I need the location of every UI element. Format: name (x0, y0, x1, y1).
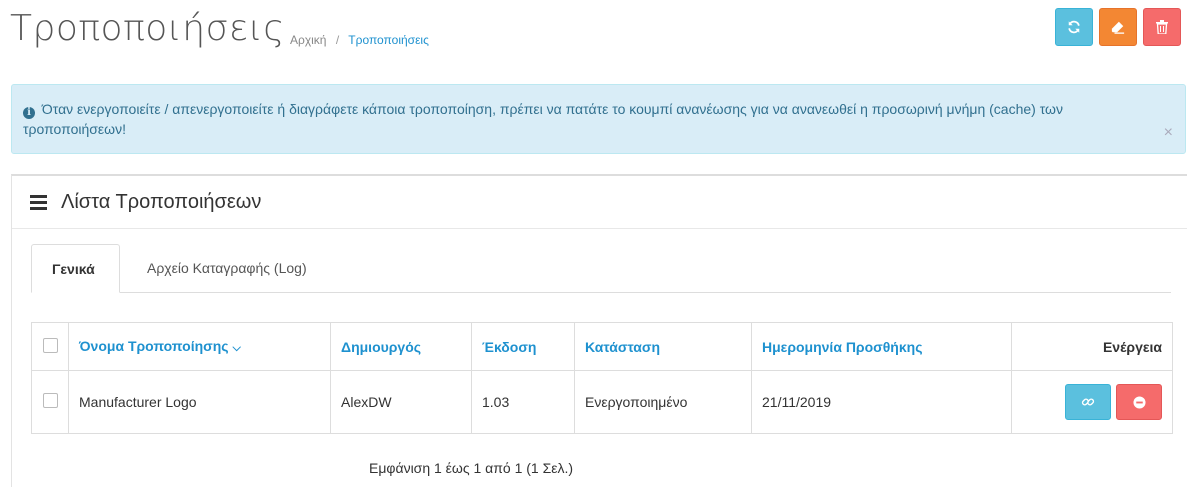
alert-text: Όταν ενεργοποιείτε / απενεργοποιείτε ή δ… (23, 101, 1063, 137)
list-icon (30, 194, 47, 210)
disable-button[interactable] (1116, 384, 1162, 420)
tab-general[interactable]: Γενικά (31, 244, 120, 293)
eraser-icon (1111, 21, 1125, 34)
panel-title: Λίστα Τροποποιήσεων (61, 190, 262, 213)
modifications-panel: Λίστα Τροποποιήσεων Γενικά Αρχείο Καταγρ… (11, 174, 1187, 487)
table-row: Manufacturer Logo AlexDW 1.03 Ενεργοποιη… (31, 370, 1173, 434)
select-all-cell (31, 322, 69, 371)
tab-bar: Γενικά Αρχείο Καταγραφής (Log) (31, 244, 1171, 293)
column-action: Ενέργεια (1011, 322, 1173, 371)
cell-name: Manufacturer Logo (68, 370, 331, 434)
select-all-checkbox[interactable] (42, 337, 58, 353)
column-author[interactable]: Δημιουργός (330, 322, 472, 371)
refresh-icon (1068, 20, 1080, 34)
column-version[interactable]: Έκδοση (471, 322, 575, 371)
modifications-table: Όνομα Τροποποίησης ⌵ Δημιουργός Έκδοση Κα… (31, 322, 1173, 434)
cell-date-added: 21/11/2019 (751, 370, 1012, 434)
column-name-label: Όνομα Τροποποίησης (79, 338, 229, 354)
cell-status: Ενεργοποιημένο (574, 370, 752, 434)
breadcrumb-separator: / (335, 33, 340, 47)
breadcrumb-home[interactable]: Αρχική (290, 33, 326, 47)
table-header-row: Όνομα Τροποποίησης ⌵ Δημιουργός Έκδοση Κα… (31, 322, 1173, 371)
cell-version: 1.03 (471, 370, 575, 434)
column-name[interactable]: Όνομα Τροποποίησης ⌵ (68, 322, 331, 371)
panel-heading: Λίστα Τροποποιήσεων (12, 176, 1187, 229)
page-title: Τροποποιήσεις (10, 8, 285, 49)
link-icon (1081, 398, 1095, 406)
minus-circle-icon (1132, 395, 1146, 409)
header-toolbar (1055, 8, 1181, 46)
info-circle-icon: i (23, 107, 35, 119)
info-alert: i Όταν ενεργοποιείτε / απενεργοποιείτε ή… (11, 84, 1186, 154)
cell-author: AlexDW (330, 370, 472, 434)
breadcrumb-current[interactable]: Τροποποιήσεις (348, 33, 429, 47)
delete-button[interactable] (1143, 8, 1181, 46)
chevron-down-icon: ⌵ (232, 342, 241, 354)
trash-icon (1156, 20, 1168, 34)
column-status[interactable]: Κατάσταση (574, 322, 752, 371)
pagination-info: Εμφάνιση 1 έως 1 από 1 (1 Σελ.) (369, 460, 574, 476)
clear-button[interactable] (1099, 8, 1137, 46)
cell-actions (1011, 370, 1173, 434)
row-actions (1065, 384, 1162, 420)
row-select-cell (31, 370, 69, 434)
tab-log[interactable]: Αρχείο Καταγραφής (Log) (147, 244, 307, 292)
refresh-button[interactable] (1055, 8, 1093, 46)
breadcrumb: Αρχική / Τροποποιήσεις (290, 33, 429, 47)
edit-link-button[interactable] (1065, 384, 1111, 420)
alert-close-button[interactable]: × (1164, 123, 1173, 143)
page-header: Τροποποιήσεις Αρχική / Τροποποιήσεις (0, 0, 1187, 70)
column-date-added[interactable]: Ημερομηνία Προσθήκης (751, 322, 1012, 371)
row-checkbox[interactable] (42, 393, 58, 408)
